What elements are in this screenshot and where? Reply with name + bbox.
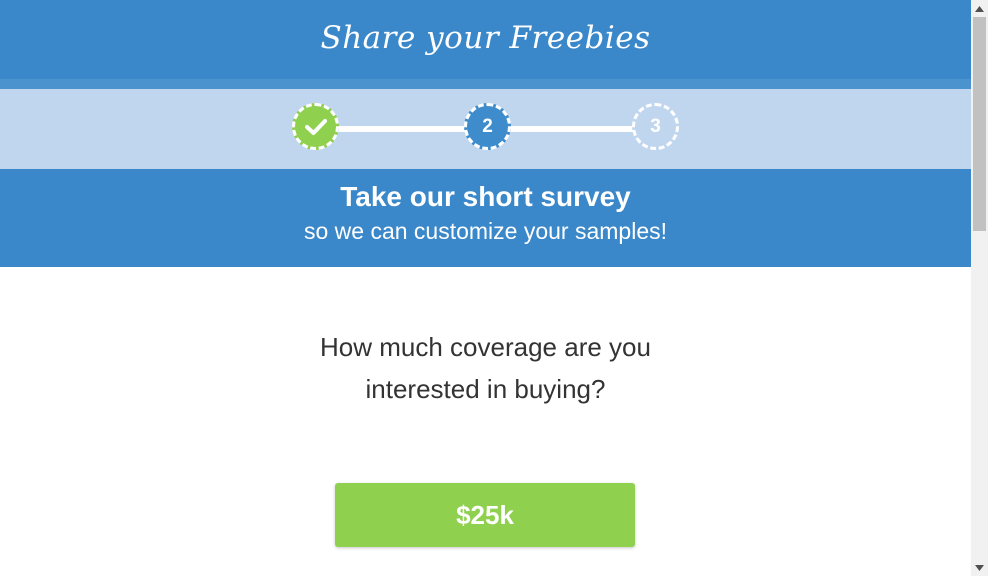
- brand-divider: [0, 79, 971, 89]
- vertical-scrollbar[interactable]: [971, 0, 988, 576]
- survey-title: Take our short survey: [340, 181, 631, 212]
- scrollbar-thumb[interactable]: [973, 17, 986, 231]
- progress-step-2-label: 2: [482, 115, 493, 137]
- survey-subtitle: so we can customize your samples!: [303, 218, 668, 244]
- progress-step-3: 3: [632, 103, 679, 150]
- check-icon: [304, 118, 327, 136]
- brand-logo-text: Share your Freebies: [320, 19, 651, 56]
- progress-connector-2: [511, 126, 633, 132]
- survey-question: How much coverage are you interested in …: [320, 332, 651, 404]
- survey-header: Take our short survey so we can customiz…: [0, 169, 971, 267]
- progress-tracker: 2 3: [0, 89, 971, 169]
- page-viewport: Share your Freebies 2 3 Take our short s…: [0, 0, 971, 576]
- progress-step-1: [292, 103, 339, 150]
- scroll-up-icon[interactable]: [971, 0, 988, 17]
- answer-option-label: $25k: [456, 499, 514, 530]
- progress-step-3-label: 3: [650, 115, 661, 137]
- brand-header: Share your Freebies: [0, 0, 971, 79]
- answer-option-button[interactable]: $25k: [335, 483, 635, 547]
- scroll-down-icon[interactable]: [971, 559, 988, 576]
- progress-step-2: 2: [464, 103, 511, 150]
- progress-connector-1: [339, 126, 466, 132]
